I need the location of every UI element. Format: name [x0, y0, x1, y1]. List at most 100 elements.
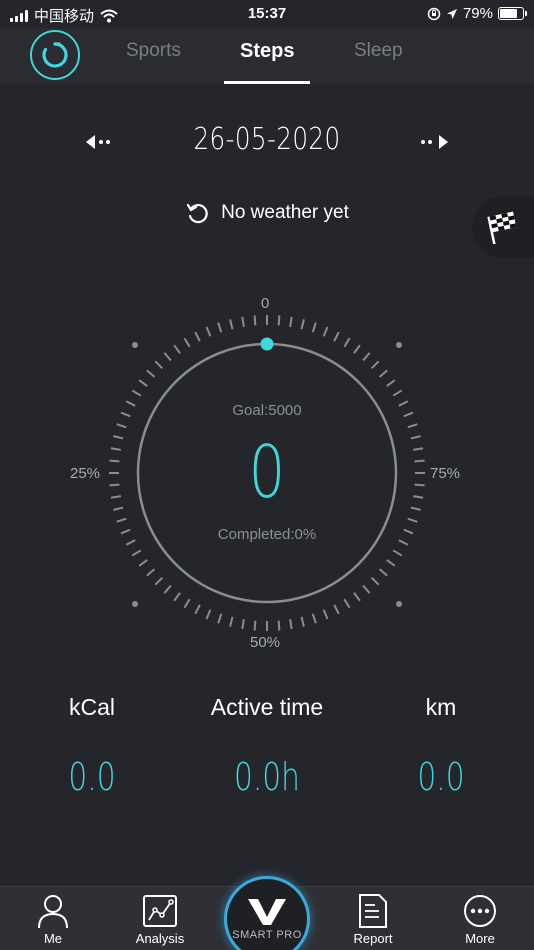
- stat-kcal: kCal 0.0: [3, 694, 181, 799]
- dial-tick: [194, 331, 201, 342]
- stat-active-time: Active time 0.0h: [178, 694, 356, 799]
- line-chart-icon: [143, 895, 177, 927]
- battery-percent: 79%: [462, 5, 493, 22]
- dial-tick: [343, 598, 351, 609]
- nav-more-label: More: [465, 931, 495, 946]
- dial-tick: [138, 379, 148, 387]
- dial-tick: [378, 568, 388, 577]
- document-icon: [359, 894, 387, 928]
- dial-tick: [194, 604, 201, 615]
- weather-row[interactable]: No weather yet: [0, 198, 534, 228]
- dial-tick: [392, 389, 403, 397]
- completed-label: Completed:0%: [217, 526, 317, 543]
- dial-label-top: 0: [261, 295, 270, 312]
- nav-more[interactable]: More: [435, 893, 525, 946]
- dial-tick: [333, 604, 340, 615]
- dial-tick: [289, 316, 293, 327]
- dial-tick: [183, 598, 191, 609]
- dial-tick: [386, 559, 396, 567]
- steps-dial: 0 25% 75% 50% Goal:5000 0 Completed:0%: [0, 290, 534, 660]
- dial-tick: [289, 619, 293, 630]
- top-nav: Sports Steps Sleep: [0, 28, 534, 84]
- checkered-flag-icon: [487, 211, 517, 244]
- nav-analysis[interactable]: Analysis: [115, 893, 205, 946]
- stat-kcal-label: kCal: [68, 694, 115, 720]
- dial-tick: [205, 326, 212, 337]
- stat-kcal-value: 0.0: [68, 755, 116, 799]
- stat-km-value: 0.0: [417, 755, 465, 799]
- nav-me-label: Me: [43, 931, 63, 946]
- nav-report[interactable]: Report: [328, 893, 418, 946]
- stat-km-label: km: [425, 694, 457, 720]
- dial-tick: [163, 352, 172, 362]
- tab-sports[interactable]: Sports: [126, 40, 181, 62]
- dial-corner-dot: [396, 342, 402, 348]
- dial-tick: [138, 559, 148, 567]
- dial-corner-dot: [132, 342, 138, 348]
- dial-tick: [131, 389, 142, 397]
- dial-tick: [229, 616, 234, 627]
- next-day-button[interactable]: [416, 132, 450, 152]
- arrow-right-dots-icon: [421, 135, 448, 149]
- dial-tick: [217, 613, 223, 624]
- battery-icon: [498, 7, 527, 20]
- dial-tick: [241, 619, 245, 630]
- dial-tick: [277, 620, 281, 631]
- person-icon: [38, 895, 68, 929]
- dial-tick: [131, 549, 142, 557]
- dial-tick: [407, 423, 418, 429]
- tab-active-indicator: [224, 81, 310, 84]
- dial-corner-dot: [132, 601, 138, 607]
- dial-tick: [253, 315, 257, 326]
- rotation-lock-icon: [427, 7, 441, 20]
- dial-tick: [311, 613, 317, 624]
- weather-text: No weather yet: [221, 202, 349, 223]
- nav-me[interactable]: Me: [8, 893, 98, 946]
- dial-tick: [163, 584, 172, 594]
- dial-tick: [183, 337, 191, 348]
- v-logo-icon: [248, 899, 286, 925]
- dial-tick: [205, 609, 212, 620]
- dial-label-bottom: 50%: [250, 634, 281, 651]
- refresh-icon: [186, 203, 208, 224]
- dial-tick: [370, 576, 380, 586]
- dial-tick: [322, 326, 329, 337]
- dial-tick: [353, 344, 361, 354]
- dial-tick: [146, 369, 156, 378]
- goal-label: Goal:5000: [232, 402, 302, 419]
- tab-sleep[interactable]: Sleep: [354, 40, 403, 62]
- dial-tick: [333, 331, 340, 342]
- nav-report-label: Report: [353, 931, 393, 946]
- dial-tick: [116, 517, 127, 523]
- dial-tick: [300, 319, 305, 330]
- dial-tick: [407, 517, 418, 523]
- center-brand-label: SMART PRO: [232, 929, 302, 941]
- date-selector: 26-05-2020: [0, 118, 534, 168]
- dial-tick: [173, 344, 181, 354]
- dial-tick: [229, 319, 234, 330]
- stats-row: kCal 0.0 Active time 0.0h km 0.0: [0, 694, 534, 804]
- dial-tick: [253, 620, 257, 631]
- dial-tick: [386, 379, 396, 387]
- stat-active-time-label: Active time: [210, 694, 324, 720]
- progress-indicator-dot: [260, 337, 274, 351]
- dial-tick: [173, 592, 181, 602]
- app-logo-button[interactable]: [30, 30, 80, 80]
- dial-tick: [146, 568, 156, 577]
- more-dots-icon: [464, 895, 496, 927]
- tab-steps[interactable]: Steps: [240, 40, 294, 63]
- location-icon: [446, 8, 457, 19]
- dial-tick: [300, 616, 305, 627]
- dial-tick: [362, 352, 371, 362]
- goal-flag-button[interactable]: [472, 196, 534, 258]
- status-right: 79%: [427, 5, 527, 22]
- dial-tick: [362, 584, 371, 594]
- dial-tick: [241, 316, 245, 327]
- status-bar: 中国移动 15:37 79%: [0, 0, 534, 28]
- dial-tick: [154, 576, 164, 586]
- circular-refresh-logo-icon: [42, 42, 68, 68]
- battery-fill: [500, 9, 518, 18]
- dial-tick: [116, 423, 127, 429]
- steps-count: 0: [248, 430, 286, 514]
- dial-tick: [217, 322, 223, 333]
